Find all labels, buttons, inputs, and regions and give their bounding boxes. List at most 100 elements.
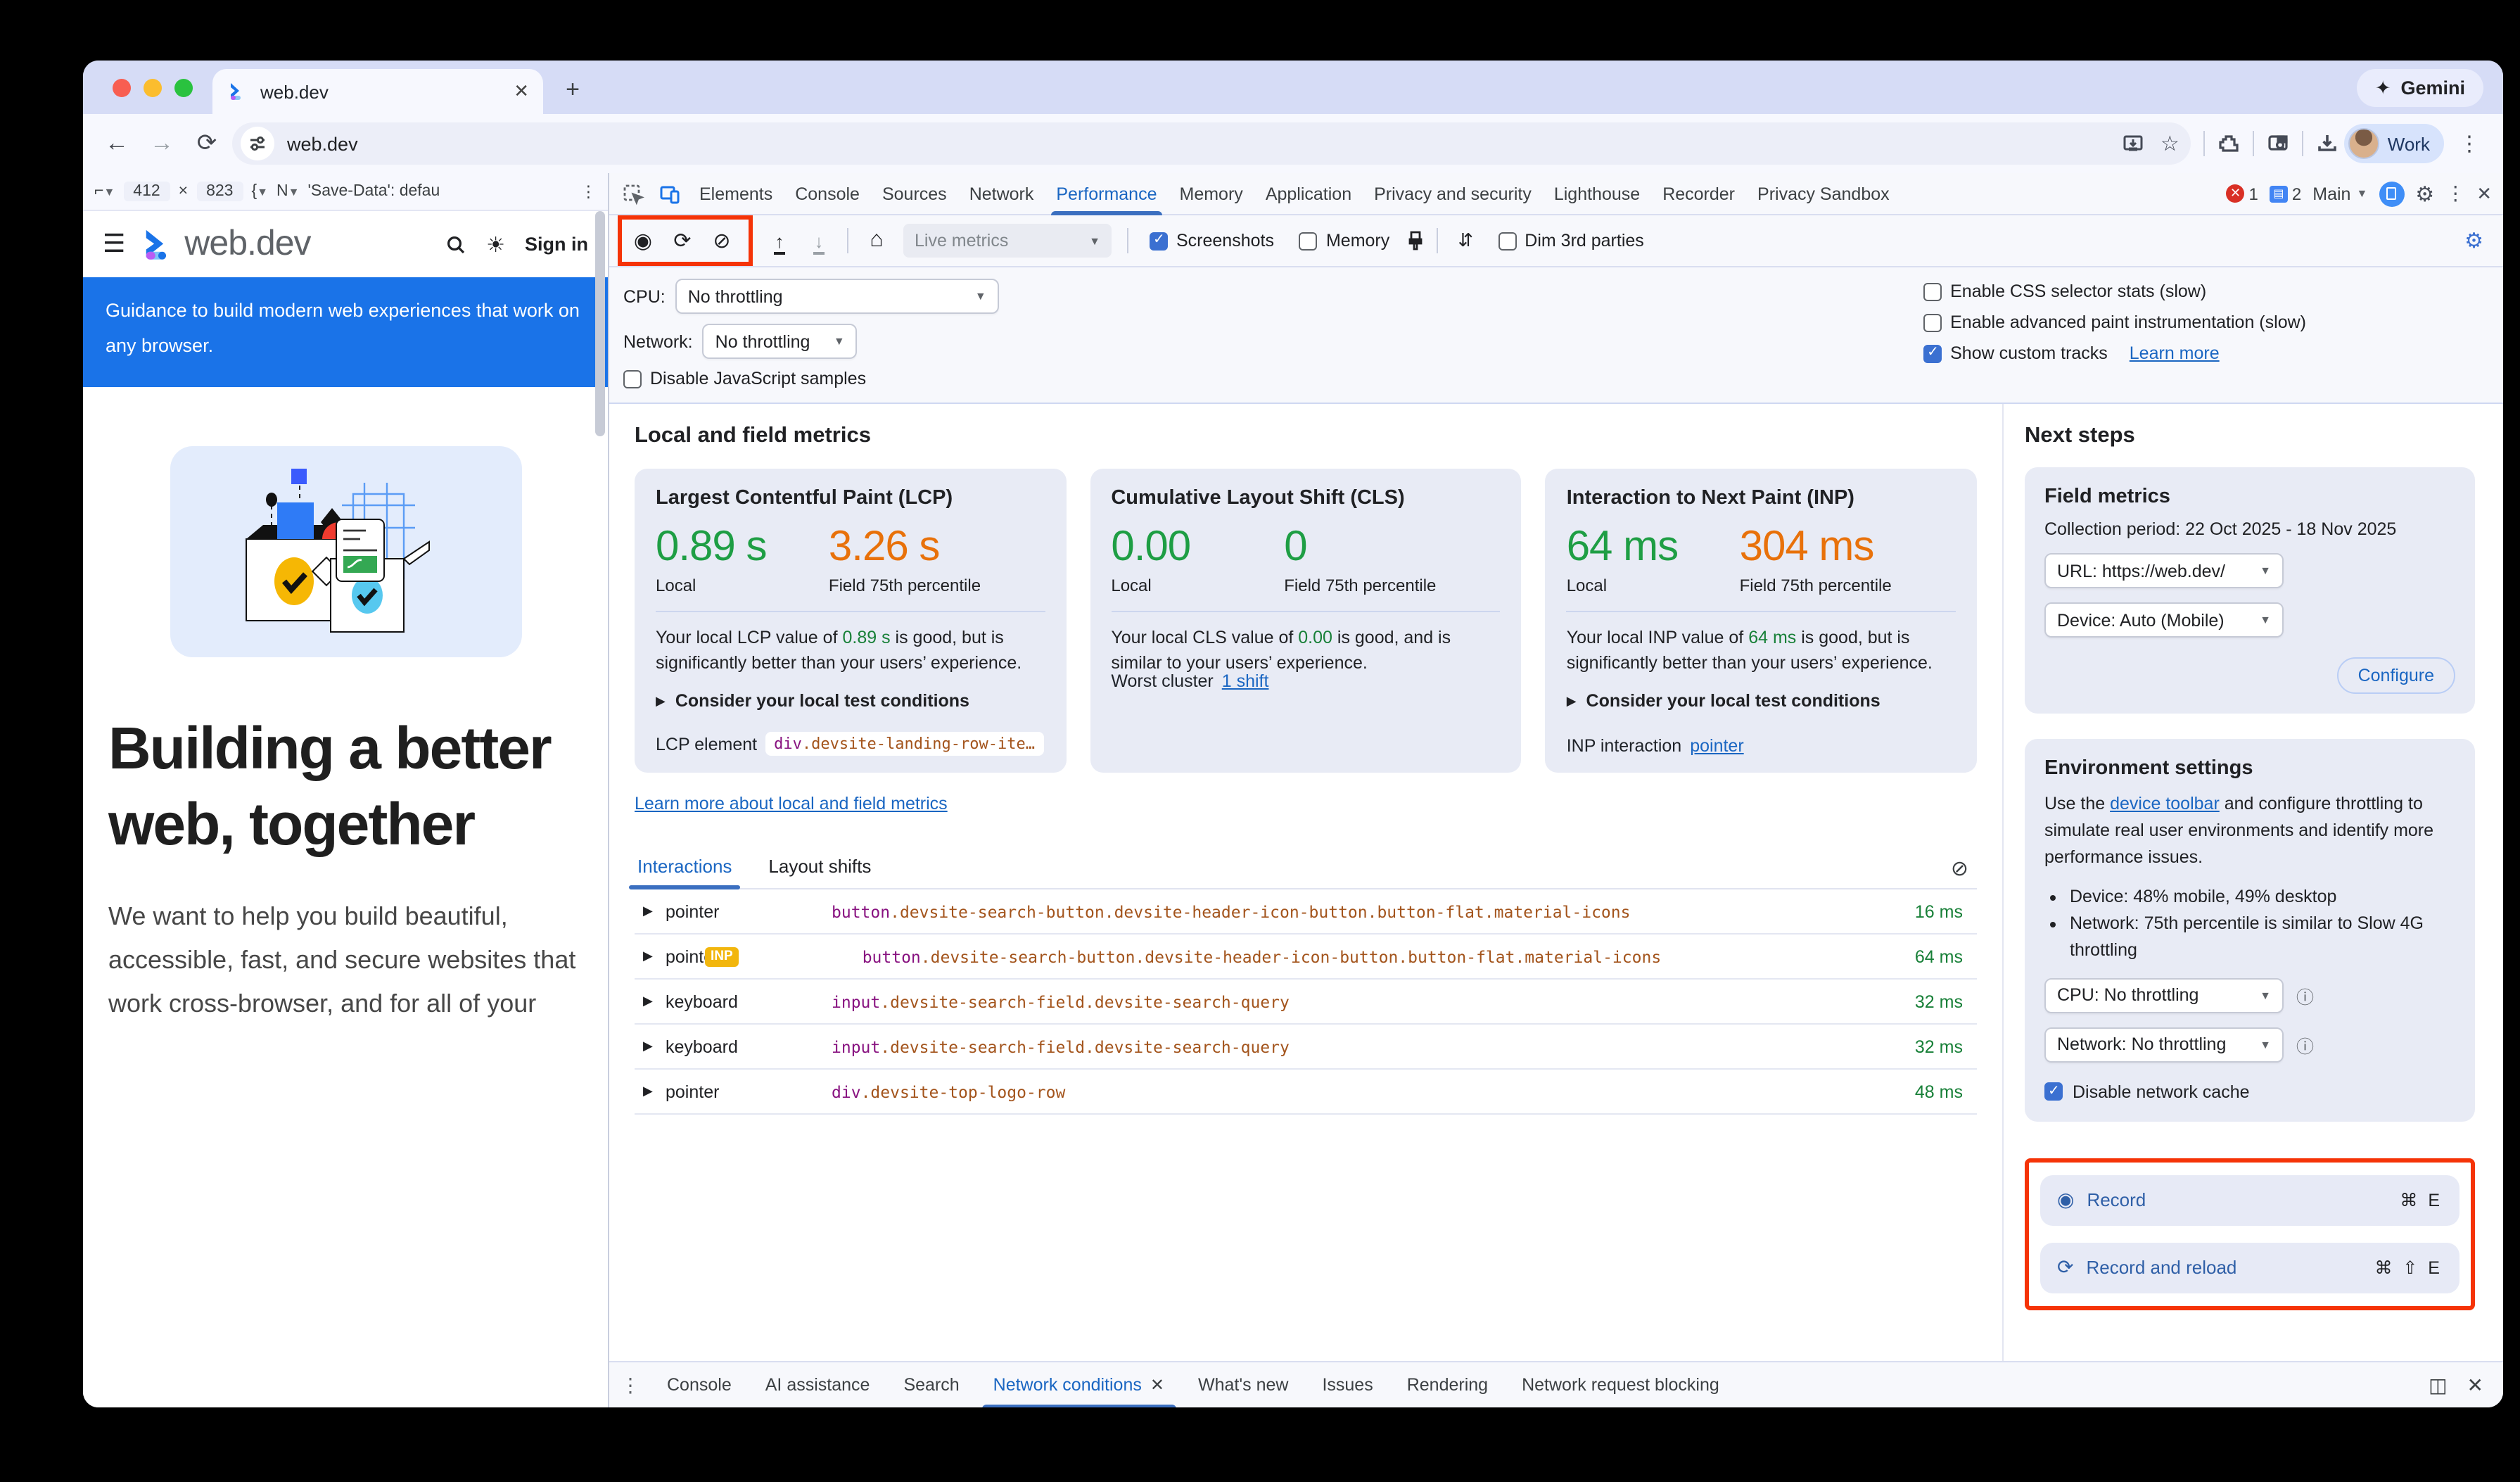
- collapse-icon[interactable]: ⇵: [1447, 222, 1484, 259]
- tab-elements[interactable]: Elements: [688, 172, 784, 215]
- metrics-learn-more-link[interactable]: Learn more about local and field metrics: [635, 794, 948, 813]
- record-reload-icon[interactable]: ⟳: [664, 222, 701, 259]
- interaction-row[interactable]: ▶ pointer div.devsite-top-logo-row 48 ms: [635, 1070, 1977, 1115]
- device-height-input[interactable]: 823: [196, 182, 243, 201]
- page-scrollbar[interactable]: [595, 211, 605, 436]
- interaction-row[interactable]: ▶ pointer INP button.devsite-search-butt…: [635, 935, 1977, 980]
- tab-lighthouse[interactable]: Lighthouse: [1543, 172, 1651, 215]
- minimize-window-button[interactable]: [144, 79, 162, 97]
- window-controls[interactable]: [113, 79, 193, 97]
- tab-privacy-security[interactable]: Privacy and security: [1363, 172, 1543, 215]
- lcp-element-chip[interactable]: div.devsite-landing-row-ite…: [765, 732, 1043, 756]
- css-selector-stats-checkbox[interactable]: Enable CSS selector stats (slow): [1923, 281, 2306, 301]
- error-badge[interactable]: ✕1: [2227, 184, 2258, 203]
- interaction-row[interactable]: ▶ pointer button.devsite-search-button.d…: [635, 889, 1977, 935]
- interaction-row[interactable]: ▶ keyboard input.devsite-search-field.de…: [635, 1025, 1977, 1070]
- env-network-select[interactable]: Network: No throttling▼: [2044, 1027, 2284, 1062]
- tab-console[interactable]: Console: [784, 172, 871, 215]
- env-cpu-select[interactable]: CPU: No throttling▼: [2044, 977, 2284, 1013]
- interaction-row[interactable]: ▶ keyboard input.devsite-search-field.de…: [635, 980, 1977, 1025]
- downloads-icon[interactable]: [2316, 132, 2338, 155]
- drawer-tab-issues[interactable]: Issues: [1306, 1362, 1388, 1407]
- cls-shift-link[interactable]: 1 shift: [1222, 671, 1269, 691]
- tab-privacy-sandbox[interactable]: Privacy Sandbox: [1746, 172, 1901, 215]
- lcp-expander[interactable]: ▶Consider your local test conditions: [656, 692, 1045, 711]
- search-tabs-icon[interactable]: [2267, 132, 2289, 155]
- url-text[interactable]: web.dev: [287, 133, 2110, 154]
- tab-recorder[interactable]: Recorder: [1651, 172, 1746, 215]
- tab-interactions[interactable]: Interactions: [635, 847, 734, 888]
- disable-cache-checkbox[interactable]: Disable network cache: [2044, 1082, 2455, 1101]
- disable-js-checkbox[interactable]: Disable JavaScript samples: [623, 369, 866, 388]
- expand-icon[interactable]: ▶: [643, 1039, 657, 1054]
- site-settings-icon[interactable]: [241, 127, 274, 160]
- paint-instrumentation-checkbox[interactable]: Enable advanced paint instrumentation (s…: [1923, 312, 2306, 332]
- expand-icon[interactable]: ▶: [643, 994, 657, 1009]
- drawer-tab-whats-new[interactable]: What's new: [1183, 1362, 1304, 1407]
- drawer-menu-icon[interactable]: ⋮: [621, 1373, 640, 1397]
- browser-menu-icon[interactable]: ⋮: [2450, 124, 2489, 163]
- drawer-tab-close-icon[interactable]: ✕: [1150, 1375, 1164, 1395]
- tab-close-icon[interactable]: ✕: [514, 80, 529, 103]
- clear-icon[interactable]: ⊘: [704, 222, 740, 259]
- zoom-select[interactable]: {▼: [251, 183, 268, 200]
- settings-gear-icon[interactable]: ⚙: [2415, 181, 2434, 206]
- load-profile-icon[interactable]: ↑: [761, 222, 798, 259]
- devtools-menu-icon[interactable]: ⋮: [2445, 182, 2465, 205]
- drawer-tab-search[interactable]: Search: [888, 1362, 974, 1407]
- inspect-icon[interactable]: [615, 175, 651, 212]
- forward-button[interactable]: →: [142, 124, 182, 163]
- live-metrics-settings-icon[interactable]: ⚙: [2464, 228, 2495, 253]
- zoom-window-button[interactable]: [174, 79, 193, 97]
- expand-icon[interactable]: ▶: [643, 904, 657, 919]
- cpu-info-icon[interactable]: ⓘ: [2296, 982, 2314, 1008]
- reload-button[interactable]: ⟳: [187, 124, 227, 163]
- drawer-tab-ai-assistance[interactable]: AI assistance: [750, 1362, 886, 1407]
- drawer-close-icon[interactable]: ✕: [2467, 1373, 2483, 1397]
- device-select[interactable]: Device: Auto (Mobile)▼: [2044, 602, 2284, 638]
- extensions-icon[interactable]: [2217, 132, 2240, 155]
- inp-expander[interactable]: ▶Consider your local test conditions: [1567, 692, 1956, 711]
- record-and-reload-button[interactable]: ⟳ Record and reload ⌘ ⇧ E: [2040, 1242, 2459, 1293]
- expand-icon[interactable]: ▶: [643, 1084, 657, 1099]
- browser-tab[interactable]: web.dev ✕: [212, 69, 543, 114]
- new-tab-button[interactable]: +: [554, 72, 591, 108]
- device-width-input[interactable]: 412: [123, 182, 170, 201]
- context-select[interactable]: Main▼: [2312, 184, 2367, 203]
- save-profile-icon[interactable]: ↓: [801, 222, 837, 259]
- screenshots-checkbox[interactable]: Screenshots: [1150, 231, 1274, 251]
- site-logo[interactable]: web.dev: [139, 224, 310, 265]
- expand-icon[interactable]: ▶: [643, 949, 657, 964]
- split-panel-icon[interactable]: ◫: [2429, 1373, 2447, 1397]
- record-button[interactable]: ◉ Record ⌘ E: [2040, 1174, 2459, 1225]
- tab-performance[interactable]: Performance: [1045, 172, 1168, 215]
- tab-layout-shifts[interactable]: Layout shifts: [765, 847, 874, 888]
- device-ai-icon[interactable]: [2379, 181, 2404, 206]
- drawer-tab-console[interactable]: Console: [651, 1362, 747, 1407]
- site-search-icon[interactable]: [444, 233, 466, 255]
- close-window-button[interactable]: [113, 79, 131, 97]
- tab-sources[interactable]: Sources: [871, 172, 958, 215]
- memory-checkbox[interactable]: Memory: [1299, 231, 1389, 251]
- inp-pointer-link[interactable]: pointer: [1690, 736, 1743, 756]
- profile-button[interactable]: Work: [2344, 124, 2444, 163]
- dim-3rd-parties-checkbox[interactable]: Dim 3rd parties: [1498, 231, 1644, 251]
- hamburger-menu-icon[interactable]: ☰: [103, 229, 125, 259]
- clear-log-icon[interactable]: ⊘: [1951, 855, 1977, 880]
- sign-in-button[interactable]: Sign in: [525, 234, 588, 255]
- theme-toggle-icon[interactable]: ☀: [486, 232, 505, 257]
- custom-tracks-checkbox[interactable]: Show custom tracks Learn more: [1923, 343, 2306, 363]
- gc-brush-icon[interactable]: [1404, 229, 1426, 252]
- configure-button[interactable]: Configure: [2337, 657, 2455, 694]
- home-icon[interactable]: ⌂: [858, 222, 895, 259]
- throttle-select[interactable]: N▼: [276, 183, 299, 200]
- drawer-tab-rendering[interactable]: Rendering: [1392, 1362, 1503, 1407]
- tab-application[interactable]: Application: [1254, 172, 1363, 215]
- url-select[interactable]: URL: https://web.dev/▼: [2044, 553, 2284, 588]
- devtools-close-icon[interactable]: ✕: [2476, 182, 2492, 205]
- device-select-icon[interactable]: ⌐▼: [94, 183, 115, 200]
- network-info-icon[interactable]: ⓘ: [2296, 1031, 2314, 1058]
- drawer-tab-network-conditions[interactable]: Network conditions✕: [978, 1362, 1180, 1407]
- gemini-button[interactable]: ✦Gemini: [2357, 69, 2483, 107]
- device-toolbar-menu-icon[interactable]: ⋮: [580, 182, 597, 201]
